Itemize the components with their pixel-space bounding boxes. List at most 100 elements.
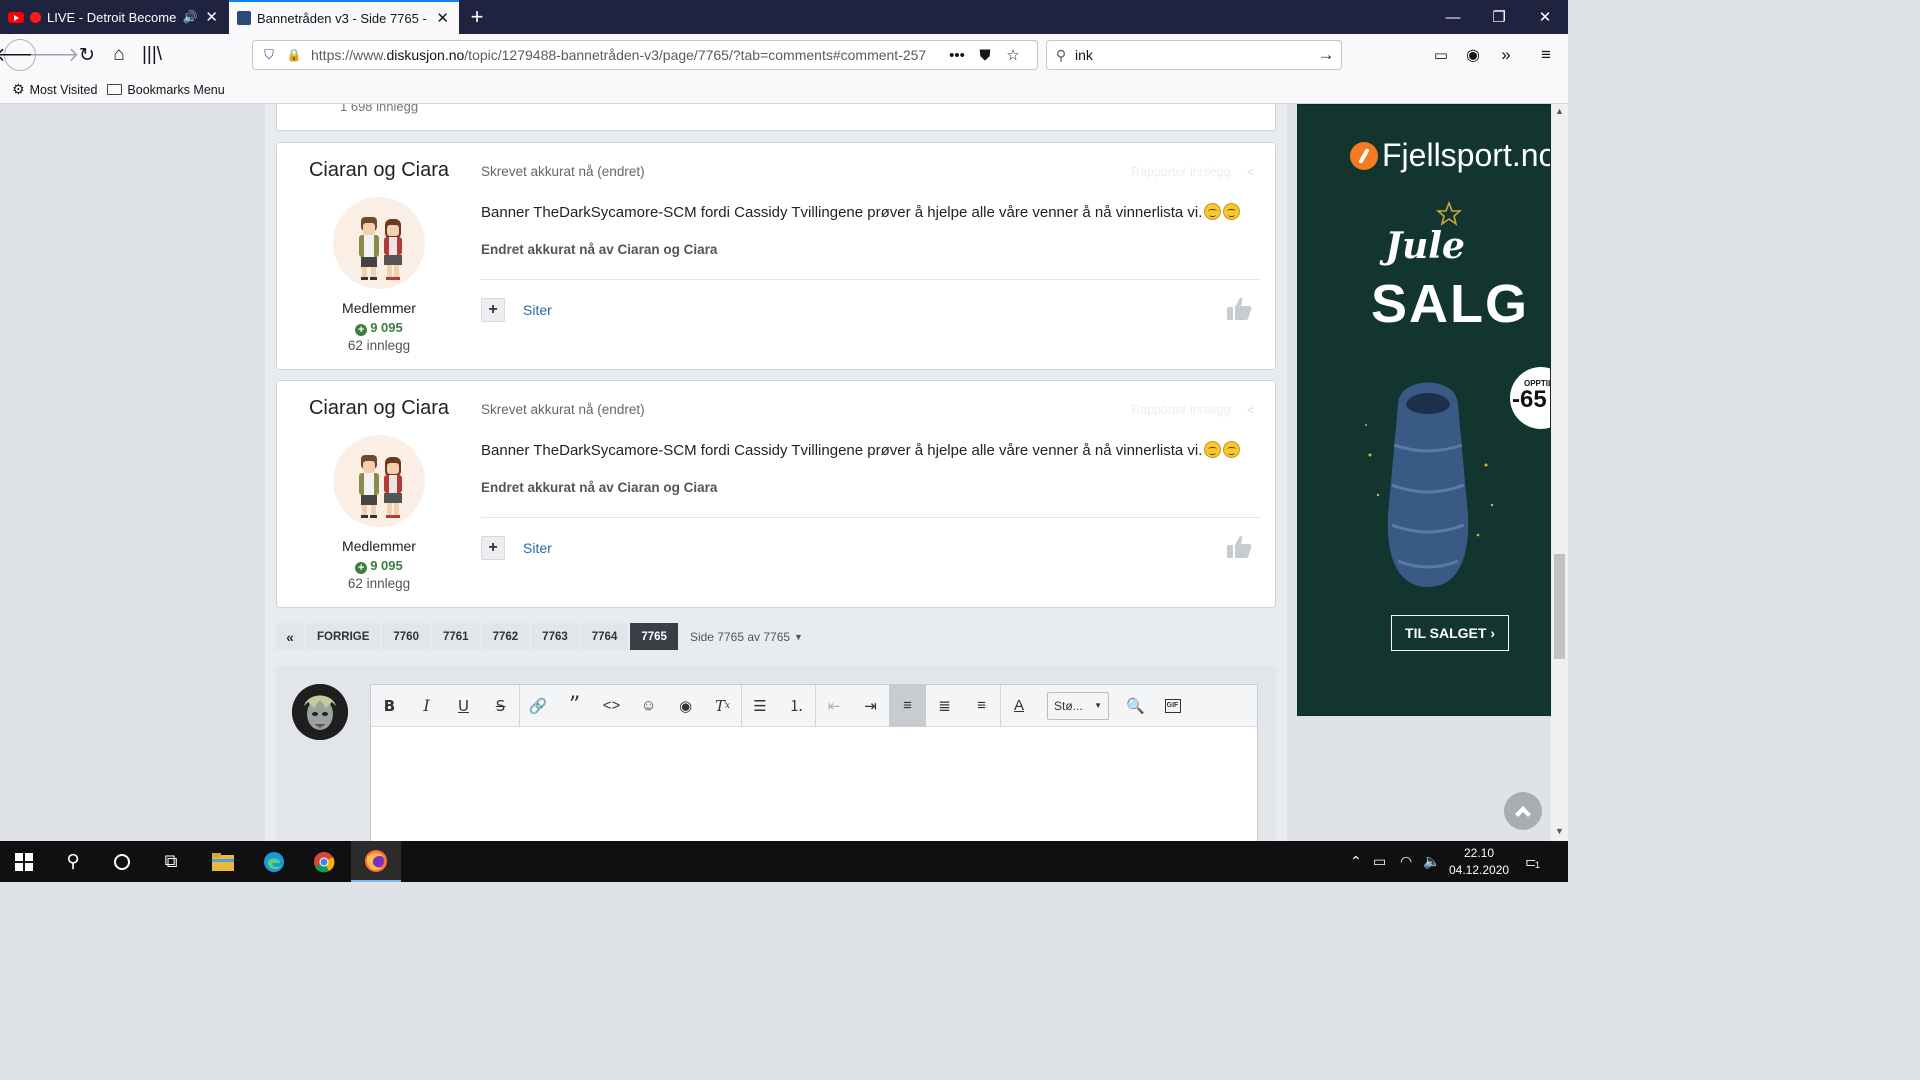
- scrollbar-thumb[interactable]: [1554, 554, 1565, 659]
- text-color-button[interactable]: A: [1000, 684, 1037, 727]
- search-taskbar-button[interactable]: ⚲: [49, 841, 97, 882]
- page-jump-dropdown[interactable]: Side 7765 av 7765 ▼: [690, 623, 803, 650]
- url-text[interactable]: https://www.diskusjon.no/topic/1279488-b…: [311, 47, 943, 63]
- sidebar-toggle-icon[interactable]: ▭: [1425, 39, 1457, 71]
- report-post-link[interactable]: Rapporter innlegg: [1131, 403, 1230, 417]
- hamburger-menu-icon[interactable]: ≡: [1530, 39, 1562, 71]
- firefox-button[interactable]: [351, 841, 401, 882]
- numbered-list-button[interactable]: ⒈: [778, 685, 815, 727]
- ad-cta-button[interactable]: TIL SALGET ›: [1391, 615, 1509, 651]
- close-window-button[interactable]: ✕: [1522, 0, 1568, 34]
- italic-button[interactable]: I: [408, 685, 445, 727]
- link-button[interactable]: 🔗: [519, 684, 556, 727]
- quote-button[interactable]: ”: [556, 685, 593, 727]
- overflow-menu-icon[interactable]: »: [1490, 39, 1522, 71]
- battery-icon[interactable]: ▭: [1373, 841, 1386, 882]
- outdent-button[interactable]: ⇤: [815, 684, 852, 727]
- style-dropdown[interactable]: Stø... ▼: [1047, 691, 1109, 720]
- author-name[interactable]: Ciaran og Ciara: [277, 397, 481, 420]
- home-button[interactable]: ⌂: [103, 39, 135, 71]
- volume-icon[interactable]: 🔈: [1423, 841, 1440, 882]
- emoji-button[interactable]: ☺: [630, 685, 667, 727]
- reload-button[interactable]: ↻: [71, 39, 103, 71]
- start-button[interactable]: [0, 841, 48, 882]
- page-link[interactable]: 7764: [580, 623, 629, 650]
- multiquote-button[interactable]: +: [481, 298, 505, 322]
- share-icon[interactable]: <: [1247, 403, 1254, 417]
- bold-button[interactable]: B: [371, 685, 408, 727]
- share-icon[interactable]: <: [1247, 165, 1254, 179]
- first-page-button[interactable]: «: [276, 623, 304, 650]
- search-input[interactable]: [1075, 47, 1311, 63]
- tab-youtube-live[interactable]: LIVE - Detroit Become H 🔊 ✕: [0, 0, 228, 34]
- wifi-icon[interactable]: ◠: [1400, 841, 1412, 882]
- quote-link[interactable]: Siter: [523, 540, 552, 556]
- scroll-down-arrow[interactable]: ▼: [1551, 826, 1568, 836]
- scroll-up-arrow[interactable]: ▲: [1551, 106, 1568, 116]
- forward-button[interactable]: 🡒: [29, 39, 80, 71]
- task-view-button[interactable]: ⧉: [147, 841, 195, 882]
- tray-chevron-icon[interactable]: ⌃: [1350, 841, 1362, 882]
- bullet-list-button[interactable]: ☰: [741, 684, 778, 727]
- post-meta[interactable]: Skrevet akkurat nå (endret): [481, 164, 645, 179]
- member-group: Medlemmer: [342, 300, 416, 316]
- page-scrollbar[interactable]: ▲ ▼: [1551, 104, 1568, 841]
- new-tab-button[interactable]: +: [462, 0, 492, 34]
- library-button[interactable]: |||\: [136, 39, 168, 71]
- advertisement-banner[interactable]: Fjellsport.no Jule SALG OPPTIL -65 TIL S…: [1297, 104, 1551, 716]
- lock-icon[interactable]: 🔒: [287, 47, 302, 63]
- indent-button[interactable]: ⇥: [852, 685, 889, 727]
- prev-page-button[interactable]: FORRIGE: [306, 623, 381, 650]
- close-tab-icon[interactable]: ✕: [203, 8, 220, 26]
- search-bar[interactable]: ⚲ →: [1046, 40, 1342, 70]
- page-link[interactable]: 7762: [481, 623, 530, 650]
- bookmark-most-visited[interactable]: ⚙ Most Visited: [12, 81, 97, 98]
- code-button[interactable]: <>: [593, 685, 630, 727]
- page-link[interactable]: 7760: [382, 623, 430, 650]
- page-link[interactable]: 7761: [431, 623, 480, 650]
- edge-button[interactable]: [250, 841, 298, 882]
- bookmark-menu[interactable]: Bookmarks Menu: [107, 83, 225, 97]
- align-right-button[interactable]: ≡: [963, 685, 1000, 727]
- underline-button[interactable]: U: [445, 685, 482, 727]
- gif-button[interactable]: GIF: [1154, 685, 1191, 727]
- account-icon[interactable]: ◉: [1457, 39, 1489, 71]
- spoiler-button[interactable]: ◉: [667, 685, 704, 727]
- tab-bannetraden[interactable]: Bannetråden v3 - Side 7765 - L ✕: [229, 0, 459, 34]
- report-post-link[interactable]: Rapporter innlegg: [1131, 165, 1230, 179]
- page-actions-icon[interactable]: •••: [943, 47, 971, 64]
- like-button[interactable]: [1225, 533, 1253, 561]
- system-clock[interactable]: 22.10 04.12.2020: [1449, 845, 1509, 879]
- scroll-to-top-button[interactable]: [1504, 792, 1542, 830]
- bookmark-star-icon[interactable]: ☆: [999, 46, 1027, 64]
- align-center-button[interactable]: ≣: [926, 685, 963, 727]
- current-page[interactable]: 7765: [630, 623, 678, 650]
- current-user-avatar[interactable]: [292, 684, 348, 740]
- speaker-icon[interactable]: 🔊: [182, 10, 197, 24]
- address-bar[interactable]: ⛉ 🔒 https://www.diskusjon.no/topic/12794…: [252, 40, 1038, 70]
- post-meta[interactable]: Skrevet akkurat nå (endret): [481, 402, 645, 417]
- quote-link[interactable]: Siter: [523, 302, 552, 318]
- file-explorer-button[interactable]: [199, 841, 247, 882]
- restore-button[interactable]: ❐: [1476, 0, 1522, 34]
- align-left-button[interactable]: ≡: [889, 684, 926, 727]
- cortana-button[interactable]: [98, 841, 146, 882]
- ad-logo: Fjellsport.no: [1350, 137, 1550, 174]
- strikethrough-button[interactable]: S: [482, 685, 519, 727]
- notification-center-button[interactable]: ▭ 1: [1525, 841, 1540, 882]
- chrome-button[interactable]: [300, 841, 348, 882]
- clear-format-button[interactable]: Tx: [704, 685, 741, 727]
- search-go-icon[interactable]: →: [1311, 45, 1341, 65]
- minimize-button[interactable]: —: [1430, 0, 1476, 34]
- avatar[interactable]: [333, 197, 425, 289]
- author-name[interactable]: Ciaran og Ciara: [277, 159, 481, 182]
- like-button[interactable]: [1225, 295, 1253, 323]
- preview-button[interactable]: 🔍: [1117, 685, 1154, 727]
- avatar[interactable]: [333, 435, 425, 527]
- close-tab-icon[interactable]: ✕: [434, 9, 451, 27]
- post-body: Banner TheDarkSycamore-SCM fordi Cassidy…: [481, 203, 1241, 221]
- page-link[interactable]: 7763: [531, 623, 579, 650]
- tracking-shield-icon[interactable]: ⛉: [261, 47, 277, 63]
- multiquote-button[interactable]: +: [481, 536, 505, 560]
- pocket-icon[interactable]: ⛊: [971, 47, 999, 64]
